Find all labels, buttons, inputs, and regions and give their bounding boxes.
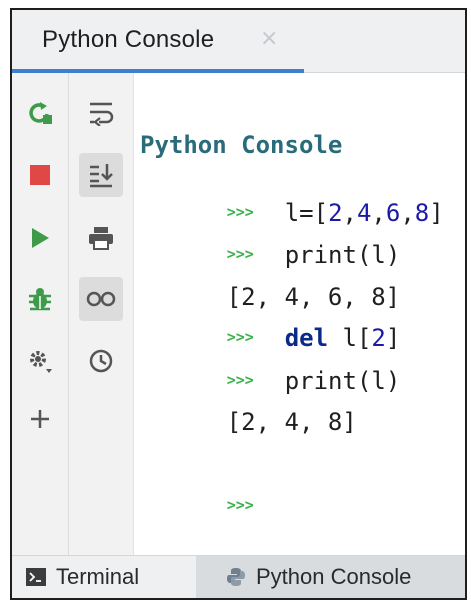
execute-button[interactable]	[18, 216, 62, 260]
tab-terminal-label: Terminal	[56, 564, 140, 589]
python-console-window: Python Console × Python Console >>> l=[2…	[10, 8, 467, 600]
tool-window-header: Python Console ×	[12, 10, 465, 73]
history-clock-icon	[89, 349, 113, 373]
output-text: [2, 4, 8]	[226, 408, 357, 436]
execute-icon	[32, 228, 49, 248]
tab-label: Python Console	[42, 26, 215, 53]
history-button[interactable]	[79, 339, 123, 383]
scroll-to-end-icon	[90, 164, 113, 188]
console-line-output: [2, 4, 8]	[140, 380, 357, 464]
stop-icon	[30, 165, 50, 185]
tab-terminal[interactable]: Terminal	[12, 556, 190, 598]
scroll-to-end-button[interactable]	[79, 153, 123, 197]
debug-bug-icon	[29, 288, 51, 311]
soft-wrap-button[interactable]	[79, 91, 123, 135]
add-console-button[interactable]	[18, 397, 62, 441]
settings-gear-icon	[30, 351, 52, 373]
print-button[interactable]	[79, 216, 123, 260]
bottom-tool-bar: Terminal Python Console	[12, 555, 465, 598]
stop-button[interactable]	[18, 153, 62, 197]
tab-python-console-bottom[interactable]: Python Console	[196, 556, 465, 598]
tab-python-console-label: Python Console	[256, 564, 412, 589]
console-input-prompt[interactable]: >>>	[140, 464, 285, 549]
add-plus-icon	[31, 410, 49, 428]
terminal-icon	[26, 568, 46, 586]
prompt: >>>	[226, 496, 254, 514]
tab-python-console[interactable]: Python Console ×	[12, 10, 304, 73]
print-icon	[89, 227, 113, 250]
console-output[interactable]: Python Console >>> l=[2,4,6,8] >>> print(l…	[136, 73, 465, 558]
settings-button[interactable]	[18, 339, 62, 383]
python-icon	[226, 567, 246, 587]
close-icon[interactable]: ×	[260, 26, 278, 51]
show-variables-button[interactable]	[79, 277, 123, 321]
rerun-button[interactable]	[18, 91, 62, 135]
debug-button[interactable]	[18, 277, 62, 321]
console-run-toolbar	[12, 73, 69, 558]
rerun-icon	[29, 102, 52, 124]
show-variables-icon	[86, 291, 116, 307]
console-view-toolbar	[69, 73, 134, 558]
console-banner: Python Console	[140, 131, 343, 159]
soft-wrap-icon	[90, 102, 114, 126]
